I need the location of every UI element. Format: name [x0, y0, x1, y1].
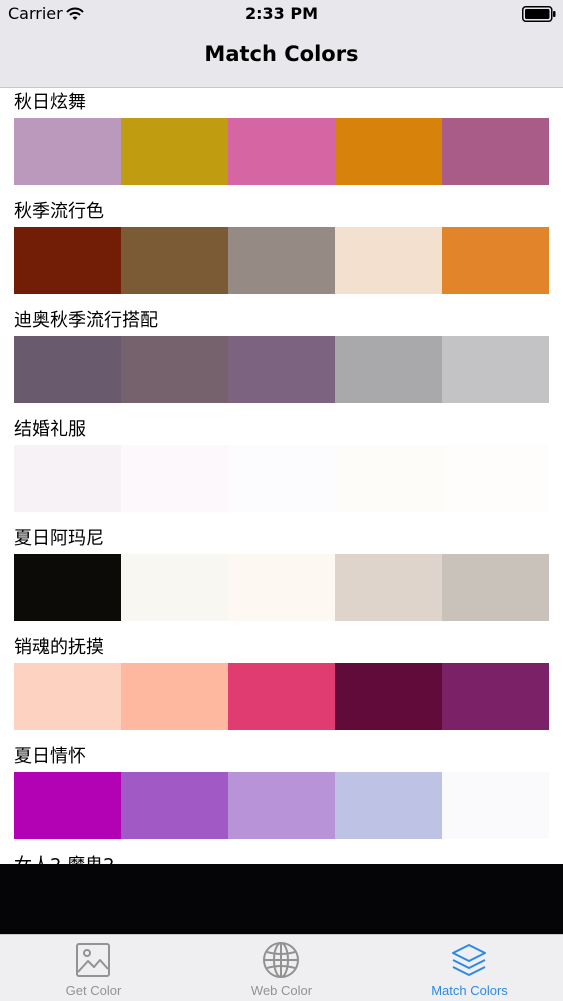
color-swatch[interactable]	[228, 227, 335, 294]
color-swatch[interactable]	[121, 663, 228, 730]
tab-bar: Get Color Web Color Match Colors	[0, 934, 563, 1001]
color-swatch[interactable]	[335, 118, 442, 185]
color-scheme-section[interactable]: 迪奥秋季流行搭配	[0, 306, 563, 415]
color-swatch[interactable]	[442, 554, 549, 621]
color-swatch[interactable]	[228, 554, 335, 621]
navigation-bar: Match Colors	[0, 30, 563, 88]
color-swatch[interactable]	[14, 554, 121, 621]
color-swatch[interactable]	[335, 227, 442, 294]
section-title: 夏日情怀	[14, 746, 86, 767]
color-swatch[interactable]	[335, 554, 442, 621]
section-title: 迪奥秋季流行搭配	[14, 310, 158, 331]
color-scheme-section[interactable]: 夏日阿玛尼	[0, 524, 563, 633]
page-title: Match Colors	[204, 42, 359, 66]
section-title: 销魂的抚摸	[14, 637, 104, 658]
color-swatch[interactable]	[335, 663, 442, 730]
tab-label: Get Color	[65, 983, 122, 998]
swatch-row	[14, 554, 549, 621]
color-swatch[interactable]	[335, 772, 442, 839]
section-title: 秋季流行色	[14, 201, 104, 222]
color-scheme-section[interactable]: 结婚礼服	[0, 415, 563, 524]
section-title: 女人2 魔鬼2	[14, 854, 115, 864]
swatch-row	[14, 336, 549, 403]
swatch-row	[14, 445, 549, 512]
color-swatch[interactable]	[121, 445, 228, 512]
tab-web-color[interactable]: Web Color	[188, 935, 375, 1001]
status-time: 2:33 PM	[244, 4, 318, 23]
swatch-row	[14, 772, 549, 839]
color-swatch[interactable]	[14, 227, 121, 294]
section-title: 结婚礼服	[14, 419, 86, 440]
color-swatch[interactable]	[442, 772, 549, 839]
status-bar: Carrier 2:33 PM	[0, 0, 563, 30]
color-swatch[interactable]	[121, 118, 228, 185]
color-swatch[interactable]	[442, 336, 549, 403]
color-swatch[interactable]	[228, 336, 335, 403]
color-swatch[interactable]	[121, 336, 228, 403]
color-scheme-list[interactable]: 秋日炫舞秋季流行色迪奥秋季流行搭配结婚礼服夏日阿玛尼销魂的抚摸夏日情怀女人2 魔…	[0, 88, 563, 864]
color-swatch[interactable]	[228, 663, 335, 730]
swatch-row	[14, 227, 549, 294]
tab-label: Web Color	[250, 983, 313, 998]
swatch-row	[14, 118, 549, 185]
color-scheme-section[interactable]: 秋日炫舞	[0, 88, 563, 197]
color-swatch[interactable]	[14, 772, 121, 839]
color-swatch[interactable]	[442, 445, 549, 512]
black-panel	[0, 864, 563, 934]
tab-match-colors[interactable]: Match Colors	[376, 935, 563, 1001]
color-swatch[interactable]	[121, 227, 228, 294]
swatch-row	[14, 663, 549, 730]
tab-get-color[interactable]: Get Color	[0, 935, 187, 1001]
battery-icon	[522, 6, 556, 22]
layers-icon	[452, 944, 486, 976]
color-swatch[interactable]	[121, 554, 228, 621]
color-swatch[interactable]	[228, 445, 335, 512]
color-swatch[interactable]	[442, 118, 549, 185]
color-swatch[interactable]	[228, 118, 335, 185]
color-swatch[interactable]	[442, 663, 549, 730]
color-swatch[interactable]	[14, 663, 121, 730]
globe-icon	[263, 942, 299, 978]
section-title: 秋日炫舞	[14, 92, 86, 113]
color-scheme-section[interactable]: 销魂的抚摸	[0, 633, 563, 742]
image-icon	[76, 943, 110, 977]
color-swatch[interactable]	[14, 445, 121, 512]
color-scheme-section[interactable]: 女人2 魔鬼2	[0, 851, 563, 864]
color-swatch[interactable]	[335, 445, 442, 512]
color-swatch[interactable]	[228, 772, 335, 839]
color-swatch[interactable]	[335, 336, 442, 403]
color-swatch[interactable]	[121, 772, 228, 839]
section-title: 夏日阿玛尼	[14, 528, 104, 549]
tab-label: Match Colors	[431, 983, 508, 998]
color-swatch[interactable]	[14, 118, 121, 185]
color-swatch[interactable]	[442, 227, 549, 294]
color-scheme-section[interactable]: 夏日情怀	[0, 742, 563, 851]
color-scheme-section[interactable]: 秋季流行色	[0, 197, 563, 306]
color-swatch[interactable]	[14, 336, 121, 403]
